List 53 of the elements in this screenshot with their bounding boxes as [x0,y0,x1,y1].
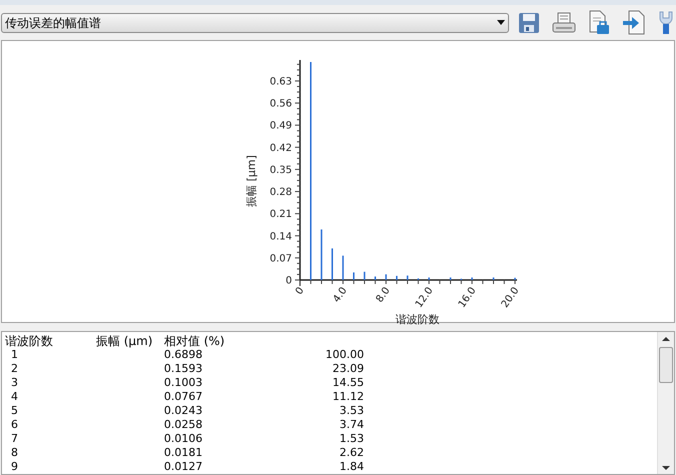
column-header: 振幅 (μm) [96,332,154,350]
table-cell-text: 1 [10,346,19,363]
y-tick-label: 0.28 [270,187,292,198]
table-cell-text: 0.0767 [164,388,204,405]
table-cell-text: 2 [10,360,19,377]
printer-icon[interactable] [551,10,577,34]
table-cell-text: 0.6898 [164,347,204,363]
table-cell-text: 3 [10,374,19,391]
column-header: 谐波阶数 [5,332,54,350]
y-tick-label: 0.14 [270,231,292,242]
table-cell-text: 5 [10,402,19,419]
table-cell-text: 4 [10,388,19,405]
y-tick-label: 0.56 [270,98,292,110]
save-icon[interactable] [517,10,541,34]
scroll-thumb[interactable] [659,347,673,383]
table-cell-text: 0.0106 [164,430,204,447]
y-tick-label: 0.49 [270,120,292,132]
y-tick-label: 0.07 [270,253,292,264]
table-cell-text: 8 [10,444,19,461]
dropdown[interactable]: 传动误差的幅值谱 [1,12,509,32]
y-axis-title: 振幅 [μm] [245,155,258,207]
x-axis-title: 谐波阶数 [396,313,440,325]
y-tick-label: 0.42 [270,142,292,154]
dropdown-caret-icon [497,20,505,25]
table-cell-text: 3.53 [338,402,364,419]
x-tick-label: 8.0 [374,285,392,305]
x-tick-label: 0 [294,285,306,297]
x-tick-label: 4.0 [331,285,350,305]
table-cell-text: 0.0127 [164,458,204,474]
table-cell-text: 100.00 [324,346,364,363]
y-tick-label: 0 [286,276,292,286]
table-cell-text: 3.74 [338,416,364,433]
table-cell-text: 9 [10,458,19,474]
table-cell-text: 0.1003 [164,374,204,391]
table-cell-text: 0.1593 [164,360,204,377]
y-tick-label: 0.21 [270,209,292,220]
table-cell-text: 11.12 [332,388,364,405]
document-arrow-icon[interactable] [621,10,647,36]
table-cell-text: 0.0258 [164,416,204,433]
y-tick-label: 0.63 [270,76,292,88]
y-tick-label: 0.35 [270,164,292,176]
wrench-icon[interactable] [657,10,675,36]
table-cell-text: 23.09 [332,360,364,377]
table-cell-text: 6 [10,416,19,433]
column-header: 相对值 (%) [164,332,226,350]
table-cell-text: 1.84 [338,458,364,474]
table-cell-text: 0.0181 [164,444,204,461]
table-cell-text: 1.53 [338,430,364,447]
table-cell-text: 2.62 [338,444,364,461]
table-cell-text: 0.0243 [164,402,204,419]
document-lock-icon[interactable] [587,10,611,36]
table-cell-text: 7 [10,430,19,447]
table-cell-text: 14.55 [332,374,364,391]
